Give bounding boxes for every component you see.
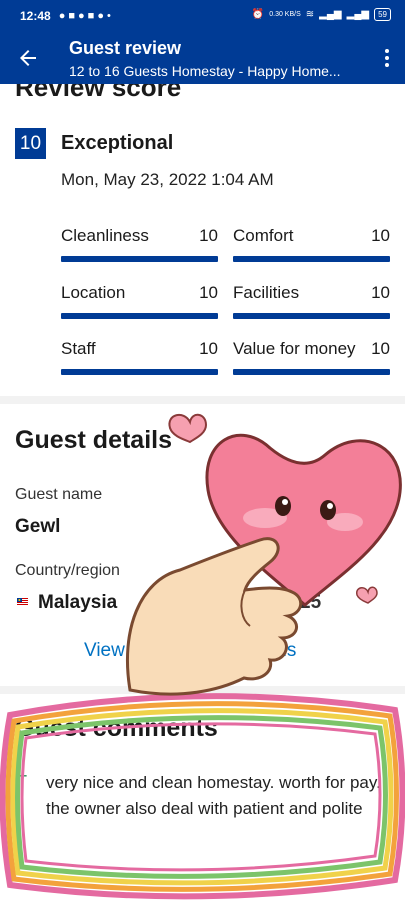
status-bar: 12:48 ● ■ ● ■ ● • ⏰ 0.30 KB/S ≋ ▂▄▆ ▂▄▆ … bbox=[0, 0, 405, 32]
metric-bar bbox=[61, 313, 218, 319]
alarm-icon: ⏰ bbox=[251, 9, 265, 20]
metric-value: 10 bbox=[199, 339, 218, 358]
metric-value: 10 bbox=[371, 226, 390, 245]
wifi-icon: ≋ bbox=[305, 9, 315, 20]
rating-word: Exceptional bbox=[61, 132, 174, 154]
back-arrow-icon[interactable] bbox=[16, 46, 40, 70]
metric-comfort: Comfort 10 bbox=[233, 226, 390, 262]
positive-plus-icon: + bbox=[17, 766, 28, 786]
section-divider bbox=[0, 686, 405, 694]
review-date: Mon, May 23, 2022 1:04 AM bbox=[61, 170, 274, 189]
metric-bar bbox=[61, 369, 218, 375]
metric-location: Location 10 bbox=[61, 283, 218, 319]
more-options-icon[interactable] bbox=[383, 48, 391, 68]
metric-staff: Staff 10 bbox=[61, 339, 218, 375]
metric-bar bbox=[233, 313, 390, 319]
page-title: Guest review bbox=[69, 38, 182, 58]
app-icon: ■ bbox=[87, 10, 95, 22]
section-divider bbox=[0, 396, 405, 404]
metric-label: Location bbox=[61, 283, 126, 302]
view-details-link-left[interactable]: View bbox=[84, 640, 125, 662]
metric-label: Cleanliness bbox=[61, 226, 149, 245]
property-subtitle: 12 to 16 Guests Homestay - Happy Home... bbox=[69, 63, 341, 79]
net-speed: 0.30 KB/S bbox=[269, 11, 301, 18]
metric-label: Staff bbox=[61, 339, 96, 358]
metric-value: 10 bbox=[371, 283, 390, 302]
metric-label: Value for money bbox=[233, 339, 356, 358]
metric-value: 10 bbox=[199, 283, 218, 302]
metric-facilities: Facilities 10 bbox=[233, 283, 390, 319]
view-details-link-right[interactable]: etails bbox=[252, 640, 296, 662]
metric-value-for-money: Value for money 10 bbox=[233, 339, 390, 375]
score-badge: 10 bbox=[15, 128, 46, 159]
guest-comments-heading: Guest comments bbox=[15, 714, 218, 742]
guest-name-label: Guest name bbox=[15, 486, 103, 503]
app-bar: Guest review 12 to 16 Guests Homestay - … bbox=[0, 32, 405, 84]
notification-icons: ● ■ ● ■ ● • bbox=[59, 10, 111, 22]
metric-cleanliness: Cleanliness 10 bbox=[61, 226, 218, 262]
app-icon: ■ bbox=[68, 10, 76, 22]
metric-bar bbox=[233, 256, 390, 262]
metric-label: Facilities bbox=[233, 283, 300, 302]
messenger-icon: ● bbox=[78, 10, 85, 22]
metric-value: 10 bbox=[199, 226, 218, 245]
metric-value: 10 bbox=[371, 339, 390, 358]
country-label: Country/region bbox=[15, 562, 120, 579]
malaysia-flag-icon bbox=[17, 598, 28, 606]
guest-details-heading: Guest details bbox=[15, 426, 172, 454]
status-right: ⏰ 0.30 KB/S ≋ ▂▄▆ ▂▄▆ 59 bbox=[252, 8, 391, 21]
guest-name-value: Gewl bbox=[15, 516, 61, 537]
signal-icon: ▂▄▆ bbox=[346, 9, 370, 20]
app-icon: ● bbox=[97, 10, 104, 22]
metric-bar bbox=[61, 256, 218, 262]
status-time: 12:48 bbox=[20, 9, 51, 23]
metric-bar bbox=[233, 369, 390, 375]
partial-detail-value: 25 bbox=[300, 592, 322, 613]
more-dot-icon: • bbox=[106, 10, 111, 22]
signal-icon: ▂▄▆ bbox=[319, 9, 342, 20]
whatsapp-icon: ● bbox=[58, 10, 66, 22]
metric-label: Comfort bbox=[233, 226, 294, 245]
battery-icon: 59 bbox=[374, 8, 391, 21]
guest-comment-text: very nice and clean homestay. worth for … bbox=[46, 773, 381, 818]
country-value: Malaysia bbox=[38, 592, 118, 613]
